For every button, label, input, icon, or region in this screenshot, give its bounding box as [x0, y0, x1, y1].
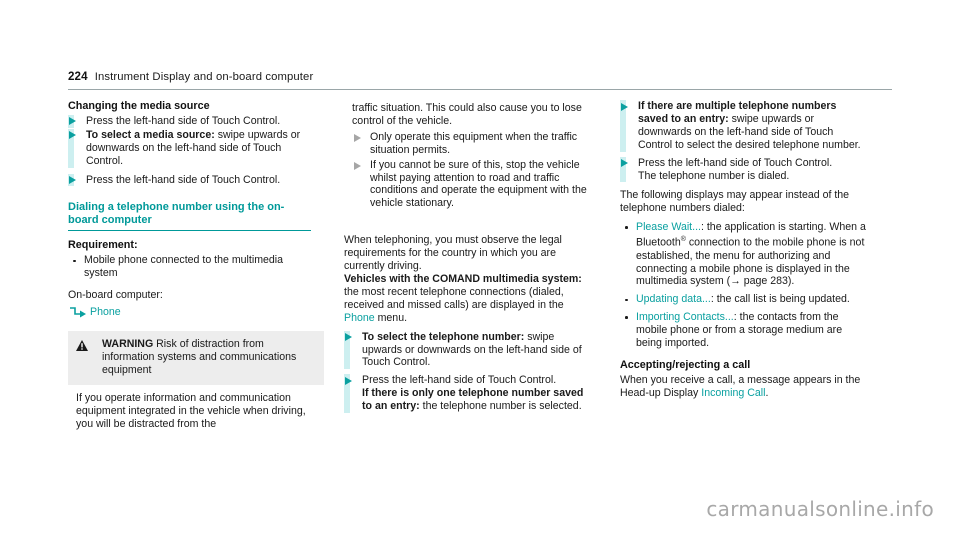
warning-step-list: Only operate this equipment when the tra…: [352, 131, 592, 210]
step-select-media-source: To select a media source: swipe upwards …: [68, 128, 316, 168]
step-select-telephone-number: To select the telephone number: swipe up…: [344, 330, 592, 370]
header-divider: [68, 89, 892, 90]
step-list-select-number: To select the telephone number: swipe up…: [344, 330, 592, 414]
column-left: Changing the media source Press the left…: [68, 100, 324, 439]
step-arrow-icon: [69, 307, 87, 318]
accept-text-b: .: [765, 386, 769, 399]
step-result-text: the telephone number is selected.: [419, 400, 582, 413]
triangle-bullet-icon: [345, 376, 352, 385]
incoming-call-link[interactable]: Incoming Call: [701, 387, 765, 399]
comand-text-b: menu.: [374, 311, 408, 324]
list-item-updating-data: Updating data...: the call list is being…: [620, 293, 868, 306]
display-message-list: Please Wait...: the application is start…: [620, 221, 868, 350]
step-list-multiple-numbers: If there are multiple telephone numbers …: [620, 100, 868, 183]
step-press-touch-control-2: Press the left-hand side of Touch Contro…: [68, 173, 316, 187]
label-requirement: Requirement:: [68, 239, 138, 252]
step-text: Press the left-hand side of Touch Contro…: [86, 173, 281, 186]
running-header: 224 Instrument Display and on-board comp…: [68, 70, 892, 86]
importing-contacts-link[interactable]: Importing Contacts...: [636, 311, 734, 323]
comand-lead-in: Vehicles with the COMAND multimedia syst…: [344, 272, 582, 285]
step-list-media: Press the left-hand side of Touch Contro…: [68, 114, 316, 187]
warning-continuation-text: traffic situation. This could also cause…: [352, 102, 582, 127]
onboard-computer-path: Phone: [68, 306, 316, 319]
step-result-text: The telephone number is dialed.: [638, 169, 790, 182]
label-onboard-computer: On-board computer:: [68, 289, 163, 302]
triangle-bullet-icon: [69, 131, 76, 140]
please-wait-link[interactable]: Please Wait...: [636, 221, 701, 233]
manual-page: 224 Instrument Display and on-board comp…: [0, 0, 960, 533]
triangle-bullet-icon: [354, 161, 361, 170]
triangle-bullet-icon: [354, 133, 361, 142]
column-container: Changing the media source Press the left…: [68, 100, 892, 460]
triangle-bullet-icon: [621, 102, 628, 111]
warning-step-operate-when-permits: Only operate this equipment when the tra…: [352, 131, 592, 157]
step-text: If you cannot be sure of this, stop the …: [370, 158, 587, 210]
warning-heading-text: WARNING Risk of distraction from informa…: [102, 338, 316, 377]
paragraph-legal-requirements: When telephoning, you must observe the l…: [344, 234, 562, 273]
warning-box: WARNING Risk of distraction from informa…: [68, 331, 324, 439]
requirement-list: Mobile phone connected to the multimedia…: [68, 254, 316, 280]
warning-step-stop-vehicle: If you cannot be sure of this, stop the …: [352, 159, 592, 211]
heading-dialing-wrapper: Dialing a telephone number using the on-…: [68, 201, 316, 232]
triangle-bullet-icon: [345, 333, 352, 342]
list-item-importing-contacts: Importing Contacts...: the contacts from…: [620, 311, 868, 350]
triangle-bullet-icon: [69, 176, 76, 185]
step-text: Only operate this equipment when the tra…: [370, 130, 578, 156]
paragraph-following-displays: The following displays may appear instea…: [620, 189, 850, 215]
heading-changing-media-source: Changing the media source: [68, 100, 210, 112]
warning-body-text: If you operate information and communica…: [68, 384, 324, 439]
column-middle: traffic situation. This could also cause…: [344, 100, 600, 414]
triangle-bullet-icon: [69, 117, 76, 126]
step-text: Press the left-hand side of Touch Contro…: [86, 114, 281, 127]
step-lead-in: To select a media source:: [86, 128, 215, 141]
step-press-touch-control: Press the left-hand side of Touch Contro…: [68, 114, 316, 128]
step-text: Press the left-hand side of Touch Contro…: [362, 374, 557, 387]
paragraph-accepting-call: When you receive a call, a message appea…: [620, 374, 868, 400]
phone-menu-link[interactable]: Phone: [344, 312, 375, 324]
step-press-dial: Press the left-hand side of Touch Contro…: [620, 156, 868, 183]
warning-label: WARNING: [102, 338, 154, 351]
onboard-path-label: Phone: [90, 306, 121, 319]
updating-data-text: : the call list is being updated.: [710, 293, 850, 306]
warning-triangle-icon: [76, 338, 88, 352]
step-lead-in: To select the telephone number:: [362, 330, 525, 343]
heading-dialing-telephone: Dialing a telephone number using the on-…: [68, 201, 311, 232]
step-press-confirm: Press the left-hand side of Touch Contro…: [344, 374, 592, 414]
chapter-title: Instrument Display and on-board computer: [94, 71, 314, 83]
triangle-bullet-icon: [621, 159, 628, 168]
site-watermark: carmanualsonline.info: [706, 497, 934, 521]
warning-continuation: traffic situation. This could also cause…: [344, 100, 600, 219]
comand-text-a: the most recent telephone connections (d…: [344, 285, 564, 311]
warning-header: WARNING Risk of distraction from informa…: [68, 331, 324, 385]
step-multiple-numbers: If there are multiple telephone numbers …: [620, 100, 868, 152]
step-text: Press the left-hand side of Touch Contro…: [638, 156, 833, 169]
column-right: If there are multiple telephone numbers …: [620, 100, 868, 400]
updating-data-link[interactable]: Updating data...: [636, 293, 711, 305]
paragraph-comand-system: Vehicles with the COMAND multimedia syst…: [344, 273, 592, 325]
heading-accepting-rejecting-call: Accepting/rejecting a call: [620, 358, 751, 371]
page-number: 224: [68, 70, 88, 83]
list-item-please-wait: Please Wait...: the application is start…: [620, 221, 868, 288]
list-item: Mobile phone connected to the multimedia…: [68, 254, 316, 280]
